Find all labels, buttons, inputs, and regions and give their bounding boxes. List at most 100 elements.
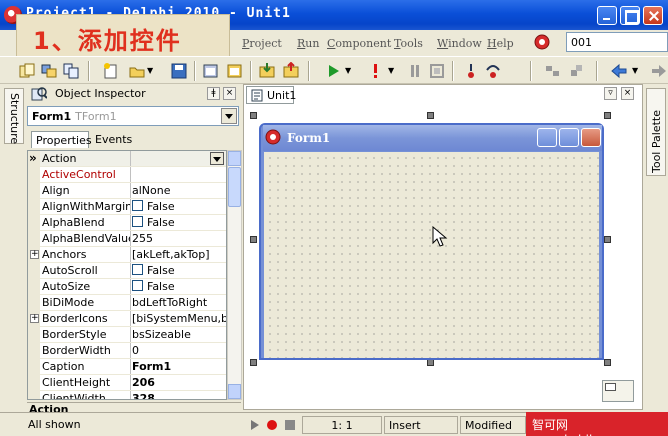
property-row-activecontrol[interactable]: ActiveControl [28, 167, 226, 183]
new-file-icon[interactable] [102, 62, 120, 80]
scroll-down-arrow[interactable] [228, 384, 241, 399]
tab-unit1[interactable]: Unit1 [246, 86, 296, 104]
new-items-icon[interactable] [18, 62, 36, 80]
property-value[interactable]: bsSizeable [132, 328, 226, 341]
property-row-bidimode[interactable]: BiDiMode bdLeftToRight [28, 295, 226, 311]
menu-help[interactable]: Help [487, 37, 514, 50]
property-value[interactable]: 328 [132, 392, 226, 399]
scroll-thumb[interactable] [228, 167, 241, 207]
form-minimize-button[interactable] [537, 128, 557, 147]
pin-icon[interactable]: ǂ [207, 87, 220, 100]
save-icon[interactable] [170, 62, 188, 80]
form1-title-bar[interactable]: Form1 [263, 125, 602, 151]
property-value[interactable]: [biSystemMenu,biMi [132, 312, 226, 325]
property-value-cell[interactable]: False [132, 264, 226, 277]
expand-icon[interactable]: + [30, 250, 39, 259]
structure-tab[interactable]: Structure [4, 88, 24, 144]
property-row-alphablendvalue[interactable]: AlphaBlendValue 255 [28, 231, 226, 247]
property-row-borderwidth[interactable]: BorderWidth 0 [28, 343, 226, 359]
add-to-project-icon[interactable] [258, 62, 276, 80]
menu-component[interactable]: Component [327, 37, 391, 50]
run-icon[interactable] [324, 62, 342, 80]
run-dropdown-arrow[interactable]: ▼ [345, 66, 363, 84]
back-arrow-icon[interactable] [610, 62, 628, 80]
property-value-cell[interactable]: False [132, 200, 226, 213]
property-row-clientwidth[interactable]: ClientWidth 328 [28, 391, 226, 399]
menu-tools[interactable]: Tools [394, 37, 423, 50]
menu-run[interactable]: Run [297, 37, 319, 50]
property-value[interactable]: [akLeft,akTop] [132, 248, 226, 261]
size-icon[interactable] [568, 62, 586, 80]
property-value[interactable]: 206 [132, 376, 226, 389]
selection-handle[interactable] [604, 112, 611, 119]
property-row-autoscroll[interactable]: AutoScroll False [28, 263, 226, 279]
stop-icon[interactable] [428, 62, 446, 80]
checkbox[interactable] [132, 216, 143, 227]
object-selector[interactable]: Form1 TForm1 [27, 106, 239, 126]
form-view-icon[interactable] [202, 62, 220, 80]
property-value[interactable]: alNone [132, 184, 226, 197]
property-value[interactable]: 0 [132, 344, 226, 357]
forward-arrow-icon[interactable] [650, 62, 668, 80]
open-file-icon[interactable] [128, 62, 146, 80]
step-over-icon[interactable] [484, 62, 502, 80]
checkbox[interactable] [132, 280, 143, 291]
selection-handle[interactable] [250, 359, 257, 366]
action-dropdown-button[interactable] [210, 152, 224, 165]
expand-icon[interactable]: + [30, 314, 39, 323]
desktop-layout-combo[interactable]: 001 [566, 32, 668, 52]
property-row-borderstyle[interactable]: BorderStyle bsSizeable [28, 327, 226, 343]
menu-project[interactable]: Project [242, 37, 282, 50]
selection-handle[interactable] [250, 112, 257, 119]
property-row-autosize[interactable]: AutoSize False [28, 279, 226, 295]
property-value[interactable]: 255 [132, 232, 226, 245]
property-value-cell[interactable]: False [132, 280, 226, 293]
align-icon[interactable] [544, 62, 562, 80]
tab-list-icon[interactable]: ▿ [604, 87, 617, 100]
play-macro-icon[interactable] [250, 419, 260, 431]
nonvisual-component-icon[interactable] [602, 380, 634, 402]
property-row-clientheight[interactable]: ClientHeight 206 [28, 375, 226, 391]
selection-handle[interactable] [250, 236, 257, 243]
menu-window[interactable]: Window [437, 37, 482, 50]
property-row-alignwithmargins[interactable]: AlignWithMargins False [28, 199, 226, 215]
object-selector-dropdown[interactable] [221, 108, 237, 124]
open-project-icon[interactable] [40, 62, 58, 80]
property-row-align[interactable]: Align alNone [28, 183, 226, 199]
minimize-button[interactable] [597, 6, 617, 25]
reset-dropdown-arrow[interactable]: ▼ [388, 66, 406, 84]
open-dropdown-arrow[interactable]: ▼ [147, 66, 165, 84]
maximize-button[interactable] [620, 6, 640, 25]
remove-from-project-icon[interactable] [282, 62, 300, 80]
property-row-caption[interactable]: Caption Form1 [28, 359, 226, 375]
checkbox[interactable] [132, 200, 143, 211]
save-all-icon[interactable] [62, 62, 80, 80]
property-value-cell[interactable]: False [132, 216, 226, 229]
selection-handle[interactable] [427, 359, 434, 366]
help-globe-icon[interactable] [534, 34, 550, 50]
property-value[interactable]: bdLeftToRight [132, 296, 226, 309]
property-grid-scrollbar[interactable] [227, 150, 242, 400]
tab-events[interactable]: Events [91, 131, 139, 148]
selection-handle[interactable] [604, 359, 611, 366]
property-row-action[interactable]: » Action [28, 151, 226, 167]
form-close-button[interactable] [581, 128, 601, 147]
close-panel-icon[interactable]: × [223, 87, 236, 100]
property-row-alphablend[interactable]: AlphaBlend False [28, 215, 226, 231]
checkbox[interactable] [132, 264, 143, 275]
program-reset-icon[interactable] [366, 62, 384, 80]
property-row-anchors[interactable]: + Anchors [akLeft,akTop] [28, 247, 226, 263]
selection-handle[interactable] [427, 112, 434, 119]
tool-palette-tab[interactable]: Tool Palette [646, 88, 666, 176]
property-value[interactable]: Form1 [132, 360, 226, 373]
record-macro-icon[interactable] [266, 419, 278, 431]
trace-into-icon[interactable] [462, 62, 480, 80]
pause-icon[interactable] [406, 62, 424, 80]
property-row-bordericons[interactable]: + BorderIcons [biSystemMenu,biMi [28, 311, 226, 327]
tab-properties[interactable]: Properties [31, 131, 92, 148]
back-dropdown-arrow[interactable]: ▼ [632, 66, 650, 84]
inspector-filter-status[interactable]: All shown [24, 416, 242, 434]
form-maximize-button[interactable] [559, 128, 579, 147]
close-button[interactable] [643, 6, 663, 25]
selection-handle[interactable] [604, 236, 611, 243]
